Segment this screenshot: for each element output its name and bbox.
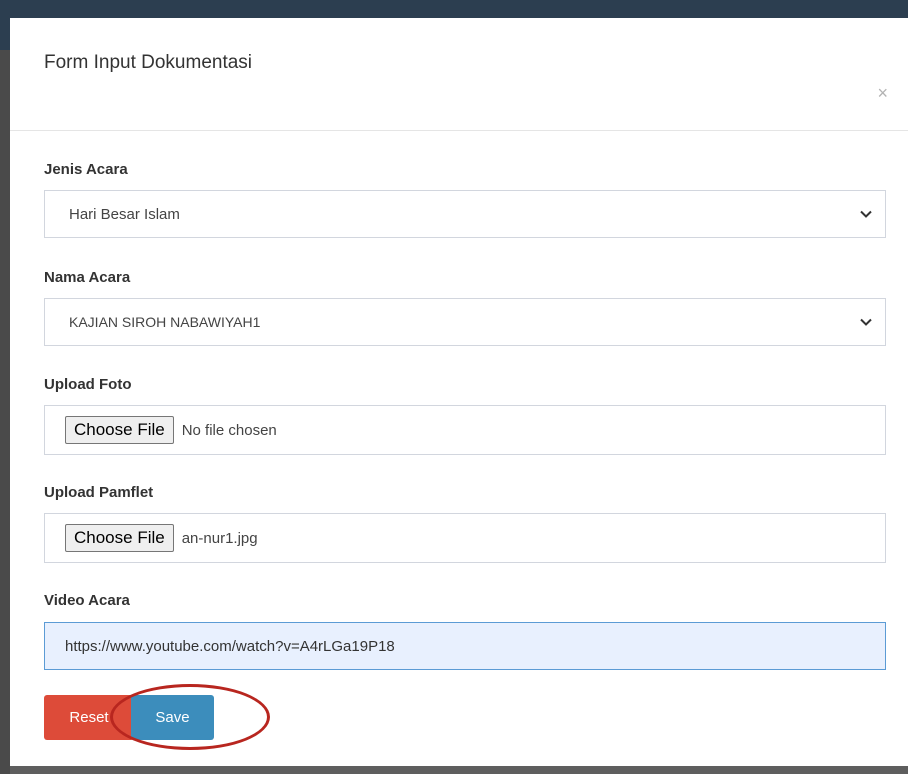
- upload-pamflet-input: Choose File an-nur1.jpg: [44, 513, 886, 563]
- upload-pamflet-label: Upload Pamflet: [44, 484, 154, 501]
- modal-backdrop: [0, 50, 10, 774]
- save-button[interactable]: Save: [131, 695, 214, 740]
- modal-title: Form Input Dokumentasi: [44, 52, 253, 73]
- nama-acara-select[interactable]: KAJIAN SIROH NABAWIYAH1: [44, 298, 886, 346]
- video-acara-input[interactable]: https://www.youtube.com/watch?v=A4rLGa19…: [44, 622, 886, 670]
- reset-button[interactable]: Reset: [44, 695, 134, 740]
- upload-foto-input: Choose File No file chosen: [44, 405, 886, 455]
- nama-acara-selected-value: KAJIAN SIROH NABAWIYAH1: [69, 314, 261, 330]
- documentation-form-modal: Form Input Dokumentasi × Jenis Acara Har…: [10, 18, 908, 766]
- video-acara-value: https://www.youtube.com/watch?v=A4rLGa19…: [65, 637, 395, 655]
- video-acara-label: Video Acara: [44, 592, 130, 609]
- upload-pamflet-file-status: an-nur1.jpg: [181, 529, 258, 547]
- upload-foto-file-status: No file chosen: [181, 421, 277, 439]
- upload-pamflet-choose-file-button[interactable]: Choose File: [65, 524, 174, 552]
- chevron-down-icon: [860, 318, 872, 326]
- modal-header: Form Input Dokumentasi ×: [10, 18, 908, 131]
- upload-foto-choose-file-button[interactable]: Choose File: [65, 416, 174, 444]
- nama-acara-label: Nama Acara: [44, 269, 131, 286]
- upload-foto-label: Upload Foto: [44, 376, 132, 393]
- close-icon[interactable]: ×: [877, 84, 888, 102]
- jenis-acara-label: Jenis Acara: [44, 161, 128, 178]
- chevron-down-icon: [860, 210, 872, 218]
- jenis-acara-selected-value: Hari Besar Islam: [69, 205, 180, 223]
- jenis-acara-select[interactable]: Hari Besar Islam: [44, 190, 886, 238]
